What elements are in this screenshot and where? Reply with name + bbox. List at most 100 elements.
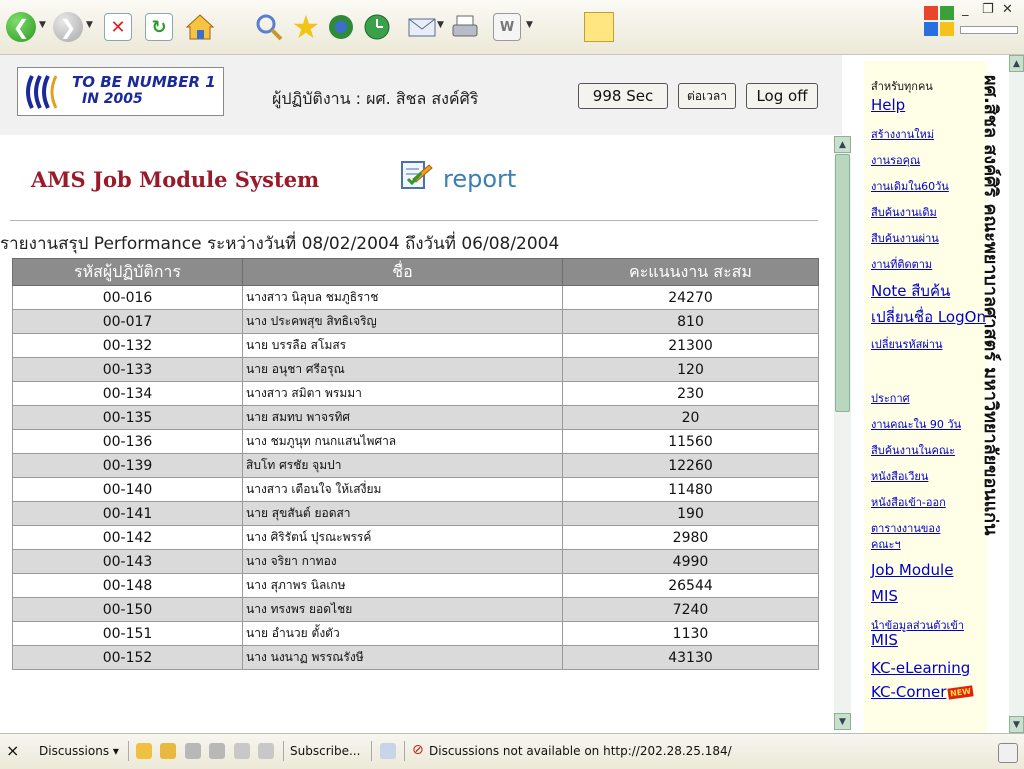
cell-name: นาง ทรงพร ยอดไชย: [242, 597, 563, 622]
sidebar-link-faculty-90[interactable]: งานคณะใน 90 วัน: [871, 415, 961, 433]
cell-id: 00-132: [12, 333, 243, 358]
expand-icon[interactable]: [185, 743, 201, 759]
main-content: TO BE NUMBER 1 IN 2005 ผู้ปฏิบัติงาน : ผ…: [0, 55, 842, 733]
reply-icon[interactable]: [160, 743, 176, 759]
cell-name: นาง ชมภูนุท กนกแสนไพศาล: [242, 429, 563, 454]
sidebar-link-announcement[interactable]: ประกาศ: [871, 389, 910, 407]
sidebar-link-help[interactable]: Help: [871, 96, 905, 114]
kc-corner-label[interactable]: KC-Corner: [871, 683, 946, 701]
search-icon[interactable]: [250, 8, 288, 46]
sidebar-for-all: สำหรับทุกคน: [871, 80, 933, 93]
sidebar-link-search-passed[interactable]: สืบค้นงานผ่าน: [871, 229, 939, 247]
edit-discussion-icon[interactable]: [234, 743, 250, 759]
logo-stripes-icon: [26, 75, 58, 109]
logo-line2: IN 2005: [82, 91, 143, 107]
minimize-icon[interactable]: _: [962, 2, 969, 17]
sidebar-link-schedule-faculty[interactable]: คณะฯ: [871, 535, 901, 553]
sidebar-link-in-out[interactable]: หนังสือเข้า-ออก: [871, 493, 946, 511]
close-discussions-icon[interactable]: ×: [6, 741, 19, 760]
sidebar-link-tracked[interactable]: งานที่ติดตาม: [871, 255, 932, 273]
scroll-down-icon[interactable]: ▼: [834, 713, 851, 730]
sidebar-link-kc-corner[interactable]: KC-Corner NEW: [871, 683, 974, 701]
cell-score: 230: [562, 381, 819, 406]
sidebar-scrollbar[interactable]: ▲ ▼: [1009, 55, 1024, 733]
report-icon[interactable]: [399, 157, 433, 191]
sidebar-link-mis-2[interactable]: MIS: [871, 631, 898, 649]
back-dropdown-icon[interactable]: ▼: [39, 20, 46, 30]
main-scrollbar[interactable]: ▲ ▼: [834, 136, 851, 730]
sidebar-link-mis[interactable]: MIS: [871, 587, 898, 605]
discuss-icon[interactable]: [580, 8, 618, 46]
back-icon[interactable]: ❮: [2, 8, 40, 46]
table-body: 00-016 นางสาว นิลุบล ชมภูธิราช 24270 00-017…: [12, 285, 819, 670]
discussions-menu[interactable]: Discussions ▾: [39, 744, 119, 758]
table-row: 00-140 นางสาว เตือนใจ ให้เสงี่ยม 11480: [12, 477, 819, 502]
forward-icon[interactable]: ❯: [49, 8, 87, 46]
cell-score: 11480: [562, 477, 819, 502]
new-badge: NEW: [947, 685, 974, 700]
hide-pane-icon[interactable]: [380, 743, 396, 759]
title-divider: [10, 220, 818, 221]
cell-name: นาง ประคพสุข สิทธิเจริญ: [242, 309, 563, 334]
extend-time-button[interactable]: ต่อเวลา: [678, 83, 736, 109]
sidebar-link-old-60[interactable]: งานเดิมใน60วัน: [871, 177, 949, 195]
sidebar-link-search-old[interactable]: สืบค้นงานเดิม: [871, 203, 937, 221]
subscribe-button[interactable]: Subscribe...: [290, 744, 360, 758]
scroll-thumb[interactable]: [835, 154, 850, 412]
media-icon[interactable]: [322, 8, 360, 46]
cell-score: 11560: [562, 429, 819, 454]
home-icon[interactable]: [181, 8, 219, 46]
refresh-icon[interactable]: ↻: [140, 8, 178, 46]
favorites-icon[interactable]: ★: [287, 8, 325, 46]
sidebar-link-pending[interactable]: งานรอคุณ: [871, 151, 920, 169]
close-icon[interactable]: ✕: [1002, 2, 1013, 17]
edit-dropdown-icon[interactable]: ▼: [526, 20, 533, 30]
cell-id: 00-136: [12, 429, 243, 454]
forward-dropdown-icon[interactable]: ▼: [86, 20, 93, 30]
history-icon[interactable]: [358, 8, 396, 46]
table-row: 00-142 นาง ศิริรัตน์ ปุรณะพรรค์ 2980: [12, 525, 819, 550]
cell-name: นาย อำนวย ตั้งตัว: [242, 621, 563, 646]
separator: [404, 741, 405, 761]
sidebar-link-job-module[interactable]: Job Module: [871, 561, 953, 579]
sidebar-link-note-search[interactable]: Note สืบค้น: [871, 279, 950, 303]
table-header-row: รหัสผู้ปฏิบัติการ ชื่อ คะแนนงาน สะสม: [12, 258, 819, 286]
cell-name: นาง นงนาฏ พรรณรังษี: [242, 645, 563, 670]
sidebar-link-search-faculty[interactable]: สืบค้นงานในคณะ: [871, 441, 955, 459]
cell-id: 00-142: [12, 525, 243, 550]
cell-id: 00-151: [12, 621, 243, 646]
sidebar-link-change-password[interactable]: เปลี่ยนรหัสผ่าน: [871, 335, 942, 353]
table-row: 00-141 นาย สุขสันต์ ยอดสา 190: [12, 501, 819, 526]
sidebar-link-circular[interactable]: หนังสือเวียน: [871, 467, 928, 485]
collapse-icon[interactable]: [209, 743, 225, 759]
new-discussion-icon[interactable]: [136, 743, 152, 759]
windows-logo-icon: [922, 4, 956, 42]
report-summary: รายงานสรุป Performance ระหว่างวันที่ 08/…: [0, 234, 560, 254]
report-label[interactable]: report: [443, 165, 516, 193]
cell-name: นางสาว สมิตา พรมมา: [242, 381, 563, 406]
sidebar-scroll-down-icon[interactable]: ▼: [1009, 716, 1024, 733]
restore-icon[interactable]: ❐: [982, 2, 994, 17]
table-row: 00-017 นาง ประคพสุข สิทธิเจริญ 810: [12, 309, 819, 334]
sidebar-link-new-job[interactable]: สร้างงานใหม่: [871, 125, 934, 143]
cell-id: 00-017: [12, 309, 243, 334]
mail-dropdown-icon[interactable]: ▼: [437, 20, 444, 30]
cell-score: 810: [562, 309, 819, 334]
separator: [283, 741, 284, 761]
timer-button[interactable]: 998 Sec: [578, 83, 668, 109]
edit-icon[interactable]: W: [488, 8, 526, 46]
sidebar-link-kc-elearning[interactable]: KC-eLearning: [871, 659, 970, 677]
sidebar-link-change-logon[interactable]: เปลี่ยนชื่อ LogOn: [871, 305, 986, 329]
delete-discussion-icon[interactable]: [258, 743, 274, 759]
stop-icon[interactable]: ✕: [99, 8, 137, 46]
scroll-up-icon[interactable]: ▲: [834, 136, 851, 153]
status-icon: [998, 743, 1018, 763]
logoff-button[interactable]: Log off: [746, 83, 818, 109]
cell-id: 00-133: [12, 357, 243, 382]
table-row: 00-143 นาง จริยา กาทอง 4990: [12, 549, 819, 574]
not-available-icon: ⊘: [412, 742, 424, 758]
cell-id: 00-135: [12, 405, 243, 430]
print-icon[interactable]: [446, 8, 484, 46]
sidebar-scroll-up-icon[interactable]: ▲: [1009, 55, 1024, 72]
cell-name: นาง ศิริรัตน์ ปุรณะพรรค์: [242, 525, 563, 550]
